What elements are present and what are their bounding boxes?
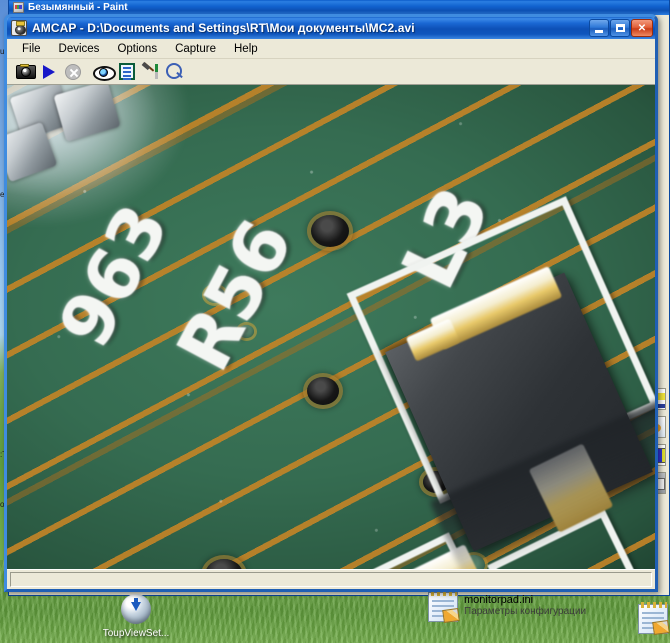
- maximize-button[interactable]: [610, 19, 630, 37]
- menu-item-devices[interactable]: Devices: [50, 41, 109, 57]
- desktop-icon-sublabel: Параметры конфигурации: [464, 606, 587, 617]
- camera-icon: [15, 64, 36, 79]
- paint-titlebar[interactable]: Безымянный - Paint: [9, 0, 669, 15]
- through-hole: [311, 215, 349, 247]
- close-icon: ✕: [637, 22, 647, 34]
- camera-app-icon: [11, 20, 27, 36]
- preview-button[interactable]: [91, 61, 116, 83]
- menu-item-options[interactable]: Options: [108, 41, 166, 57]
- desktop-icon-label: ToupViewSet...: [102, 628, 170, 639]
- status-text: [10, 572, 652, 587]
- minimize-button[interactable]: [589, 19, 609, 37]
- amcap-menubar[interactable]: File Devices Options Capture Help: [7, 39, 655, 59]
- amcap-window-title: AMCAP - D:\Documents and Settings\RT\Мои…: [32, 21, 415, 35]
- notepad-file-icon: [428, 590, 460, 624]
- close-button[interactable]: ✕: [631, 19, 653, 37]
- stop-icon: [64, 63, 81, 80]
- magnifier-icon: [166, 63, 183, 80]
- zoom-button[interactable]: [163, 61, 186, 83]
- play-icon: [42, 64, 55, 79]
- menu-item-capture[interactable]: Capture: [166, 41, 225, 57]
- paint-title: Безымянный - Paint: [28, 2, 128, 13]
- eye-icon: [93, 64, 116, 81]
- through-hole: [307, 377, 339, 405]
- stop-capture-button[interactable]: [61, 61, 84, 83]
- amcap-window[interactable]: AMCAP - D:\Documents and Settings\RT\Мои…: [4, 14, 658, 592]
- desktop-icon-toupviewset[interactable]: ToupViewSet...: [98, 594, 174, 639]
- paint-icon: [13, 2, 24, 13]
- installer-disc-icon: [120, 594, 152, 626]
- amcap-titlebar[interactable]: AMCAP - D:\Documents and Settings\RT\Мои…: [7, 17, 655, 39]
- menu-item-help[interactable]: Help: [225, 41, 267, 57]
- amcap-statusbar: [7, 569, 655, 589]
- amcap-toolbar[interactable]: [7, 59, 655, 85]
- document-icon: [118, 63, 135, 80]
- desktop-icon-monitorpad[interactable]: monitorpad.ini Параметры конфигурации: [428, 590, 587, 624]
- capture-settings-button[interactable]: [115, 61, 138, 83]
- menu-item-file[interactable]: File: [13, 41, 50, 57]
- video-preview[interactable]: 963 R56 L3 23 9: [7, 85, 655, 569]
- toolbar-separator: [85, 62, 90, 82]
- snapshot-button[interactable]: [13, 61, 36, 83]
- desktop-icon-notepad-edge[interactable]: [638, 602, 670, 636]
- desktop-icon-label: monitorpad.ini: [464, 594, 534, 606]
- tools-icon: [142, 63, 160, 80]
- video-settings-button[interactable]: [139, 61, 162, 83]
- desktop: Безымянный - Paint u. er :T o ToupViewSe…: [0, 0, 670, 643]
- start-capture-button[interactable]: [37, 61, 60, 83]
